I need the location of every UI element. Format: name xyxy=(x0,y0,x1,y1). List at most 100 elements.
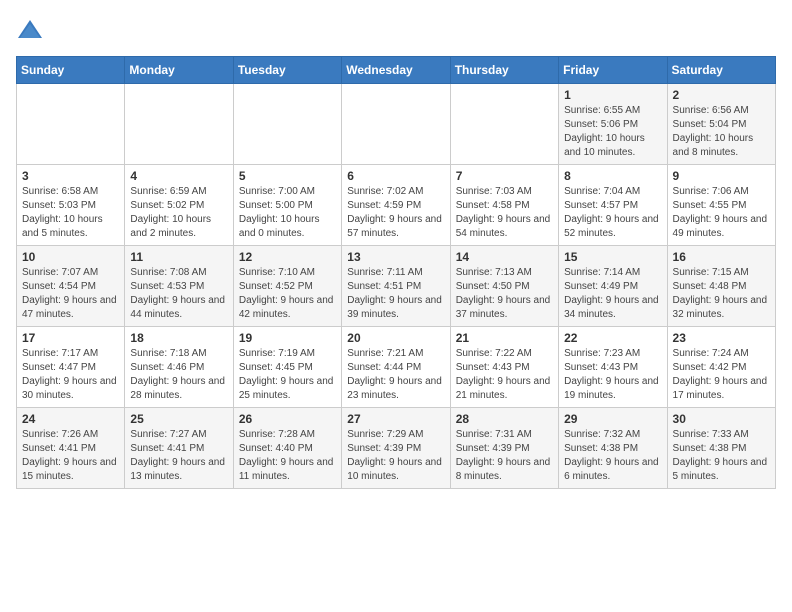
day-info: Sunrise: 6:58 AM Sunset: 5:03 PM Dayligh… xyxy=(22,186,103,239)
calendar-cell: 10Sunrise: 7:07 AM Sunset: 4:54 PM Dayli… xyxy=(17,246,125,327)
day-number: 8 xyxy=(564,169,661,183)
day-number: 3 xyxy=(22,169,119,183)
calendar-cell xyxy=(450,84,558,165)
day-info: Sunrise: 7:04 AM Sunset: 4:57 PM Dayligh… xyxy=(564,186,659,239)
day-number: 21 xyxy=(456,331,553,345)
day-info: Sunrise: 6:55 AM Sunset: 5:06 PM Dayligh… xyxy=(564,105,645,158)
calendar-cell: 4 Sunrise: 6:59 AM Sunset: 5:02 PM Daylig… xyxy=(125,165,233,246)
calendar-cell: 18 Sunrise: 7:18 AM Sunset: 4:46 PM Dayli… xyxy=(125,327,233,408)
calendar-cell: 2 Sunrise: 6:56 AM Sunset: 5:04 PM Daylig… xyxy=(667,84,775,165)
calendar-cell xyxy=(342,84,450,165)
calendar-week-row: 10Sunrise: 7:07 AM Sunset: 4:54 PM Dayli… xyxy=(17,246,776,327)
calendar-cell: 19 Sunrise: 7:19 AM Sunset: 4:45 PM Dayli… xyxy=(233,327,341,408)
calendar-body: 1 Sunrise: 6:55 AM Sunset: 5:06 PM Daylig… xyxy=(17,84,776,489)
calendar-header-row: SundayMondayTuesdayWednesdayThursdayFrid… xyxy=(17,57,776,84)
day-info: Sunrise: 7:08 AM Sunset: 4:53 PM Dayligh… xyxy=(130,267,225,320)
calendar-cell xyxy=(233,84,341,165)
day-header: Wednesday xyxy=(342,57,450,84)
day-header: Friday xyxy=(559,57,667,84)
day-info: Sunrise: 7:33 AM Sunset: 4:38 PM Dayligh… xyxy=(673,429,768,482)
calendar-cell: 20Sunrise: 7:21 AM Sunset: 4:44 PM Dayli… xyxy=(342,327,450,408)
calendar-cell: 24 Sunrise: 7:26 AM Sunset: 4:41 PM Dayli… xyxy=(17,408,125,489)
day-info: Sunrise: 7:02 AM Sunset: 4:59 PM Dayligh… xyxy=(347,186,442,239)
calendar-cell: 29Sunrise: 7:32 AM Sunset: 4:38 PM Dayli… xyxy=(559,408,667,489)
header xyxy=(16,16,776,44)
calendar-cell: 28 Sunrise: 7:31 AM Sunset: 4:39 PM Dayli… xyxy=(450,408,558,489)
day-number: 22 xyxy=(564,331,661,345)
day-number: 9 xyxy=(673,169,770,183)
calendar-cell: 25 Sunrise: 7:27 AM Sunset: 4:41 PM Dayli… xyxy=(125,408,233,489)
day-info: Sunrise: 7:07 AM Sunset: 4:54 PM Dayligh… xyxy=(22,267,117,320)
day-number: 19 xyxy=(239,331,336,345)
calendar-cell: 16 Sunrise: 7:15 AM Sunset: 4:48 PM Dayli… xyxy=(667,246,775,327)
day-info: Sunrise: 7:29 AM Sunset: 4:39 PM Dayligh… xyxy=(347,429,442,482)
day-number: 15 xyxy=(564,250,661,264)
calendar-cell xyxy=(125,84,233,165)
day-number: 14 xyxy=(456,250,553,264)
day-number: 28 xyxy=(456,412,553,426)
day-number: 26 xyxy=(239,412,336,426)
calendar-cell: 1 Sunrise: 6:55 AM Sunset: 5:06 PM Daylig… xyxy=(559,84,667,165)
day-number: 5 xyxy=(239,169,336,183)
calendar-cell: 23 Sunrise: 7:24 AM Sunset: 4:42 PM Dayli… xyxy=(667,327,775,408)
day-info: Sunrise: 7:06 AM Sunset: 4:55 PM Dayligh… xyxy=(673,186,768,239)
day-number: 6 xyxy=(347,169,444,183)
day-number: 11 xyxy=(130,250,227,264)
calendar-cell: 12 Sunrise: 7:10 AM Sunset: 4:52 PM Dayli… xyxy=(233,246,341,327)
day-info: Sunrise: 7:32 AM Sunset: 4:38 PM Dayligh… xyxy=(564,429,659,482)
day-header: Tuesday xyxy=(233,57,341,84)
day-info: Sunrise: 7:22 AM Sunset: 4:43 PM Dayligh… xyxy=(456,348,551,401)
day-info: Sunrise: 6:56 AM Sunset: 5:04 PM Dayligh… xyxy=(673,105,754,158)
day-info: Sunrise: 7:21 AM Sunset: 4:44 PM Dayligh… xyxy=(347,348,442,401)
calendar-cell: 5 Sunrise: 7:00 AM Sunset: 5:00 PM Daylig… xyxy=(233,165,341,246)
calendar-cell: 11 Sunrise: 7:08 AM Sunset: 4:53 PM Dayli… xyxy=(125,246,233,327)
calendar-cell: 26 Sunrise: 7:28 AM Sunset: 4:40 PM Dayli… xyxy=(233,408,341,489)
day-number: 24 xyxy=(22,412,119,426)
day-number: 23 xyxy=(673,331,770,345)
day-info: Sunrise: 7:00 AM Sunset: 5:00 PM Dayligh… xyxy=(239,186,320,239)
day-info: Sunrise: 7:18 AM Sunset: 4:46 PM Dayligh… xyxy=(130,348,225,401)
calendar-week-row: 1 Sunrise: 6:55 AM Sunset: 5:06 PM Daylig… xyxy=(17,84,776,165)
day-info: Sunrise: 7:28 AM Sunset: 4:40 PM Dayligh… xyxy=(239,429,334,482)
day-number: 4 xyxy=(130,169,227,183)
calendar-cell: 22Sunrise: 7:23 AM Sunset: 4:43 PM Dayli… xyxy=(559,327,667,408)
day-number: 18 xyxy=(130,331,227,345)
day-number: 27 xyxy=(347,412,444,426)
day-info: Sunrise: 7:24 AM Sunset: 4:42 PM Dayligh… xyxy=(673,348,768,401)
calendar-table: SundayMondayTuesdayWednesdayThursdayFrid… xyxy=(16,56,776,489)
calendar-week-row: 3 Sunrise: 6:58 AM Sunset: 5:03 PM Daylig… xyxy=(17,165,776,246)
calendar-cell: 30 Sunrise: 7:33 AM Sunset: 4:38 PM Dayli… xyxy=(667,408,775,489)
day-number: 25 xyxy=(130,412,227,426)
calendar-cell: 15 Sunrise: 7:14 AM Sunset: 4:49 PM Dayli… xyxy=(559,246,667,327)
day-info: Sunrise: 7:13 AM Sunset: 4:50 PM Dayligh… xyxy=(456,267,551,320)
calendar-cell: 7Sunrise: 7:03 AM Sunset: 4:58 PM Daylig… xyxy=(450,165,558,246)
calendar-cell: 9 Sunrise: 7:06 AM Sunset: 4:55 PM Daylig… xyxy=(667,165,775,246)
day-number: 2 xyxy=(673,88,770,102)
day-number: 30 xyxy=(673,412,770,426)
day-info: Sunrise: 7:27 AM Sunset: 4:41 PM Dayligh… xyxy=(130,429,225,482)
calendar-cell: 21 Sunrise: 7:22 AM Sunset: 4:43 PM Dayli… xyxy=(450,327,558,408)
day-info: Sunrise: 7:11 AM Sunset: 4:51 PM Dayligh… xyxy=(347,267,442,320)
day-header: Sunday xyxy=(17,57,125,84)
day-info: Sunrise: 7:17 AM Sunset: 4:47 PM Dayligh… xyxy=(22,348,117,401)
day-info: Sunrise: 7:14 AM Sunset: 4:49 PM Dayligh… xyxy=(564,267,659,320)
day-number: 17 xyxy=(22,331,119,345)
calendar-cell: 8 Sunrise: 7:04 AM Sunset: 4:57 PM Daylig… xyxy=(559,165,667,246)
calendar-cell: 14 Sunrise: 7:13 AM Sunset: 4:50 PM Dayli… xyxy=(450,246,558,327)
calendar-cell xyxy=(17,84,125,165)
day-number: 1 xyxy=(564,88,661,102)
day-header: Monday xyxy=(125,57,233,84)
calendar-cell: 13Sunrise: 7:11 AM Sunset: 4:51 PM Dayli… xyxy=(342,246,450,327)
day-number: 7 xyxy=(456,169,553,183)
day-header: Thursday xyxy=(450,57,558,84)
day-info: Sunrise: 7:15 AM Sunset: 4:48 PM Dayligh… xyxy=(673,267,768,320)
day-info: Sunrise: 7:26 AM Sunset: 4:41 PM Dayligh… xyxy=(22,429,117,482)
day-number: 16 xyxy=(673,250,770,264)
day-info: Sunrise: 6:59 AM Sunset: 5:02 PM Dayligh… xyxy=(130,186,211,239)
day-info: Sunrise: 7:19 AM Sunset: 4:45 PM Dayligh… xyxy=(239,348,334,401)
calendar-cell: 17 Sunrise: 7:17 AM Sunset: 4:47 PM Dayli… xyxy=(17,327,125,408)
day-number: 12 xyxy=(239,250,336,264)
day-info: Sunrise: 7:31 AM Sunset: 4:39 PM Dayligh… xyxy=(456,429,551,482)
day-info: Sunrise: 7:10 AM Sunset: 4:52 PM Dayligh… xyxy=(239,267,334,320)
calendar-cell: 6 Sunrise: 7:02 AM Sunset: 4:59 PM Daylig… xyxy=(342,165,450,246)
